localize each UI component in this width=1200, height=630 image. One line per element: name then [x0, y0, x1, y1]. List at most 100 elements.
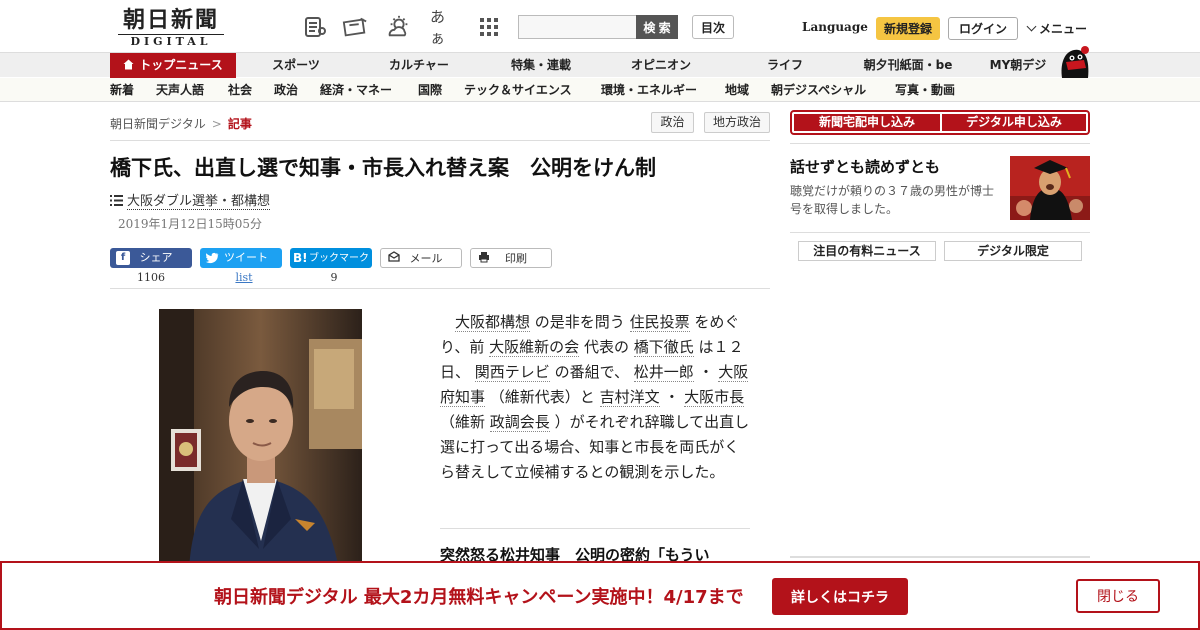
print-button[interactable]: 印刷: [470, 248, 552, 268]
body-keyword-link[interactable]: 橋下徹氏: [633, 338, 694, 357]
promo-description: 聴覚だけが頼りの３７歳の男性が博士号を取得しました。: [790, 184, 995, 216]
body-keyword-link[interactable]: 住民投票: [629, 313, 690, 332]
breadcrumb: 朝日新聞デジタル > 記事: [110, 115, 252, 132]
twitter-list-link[interactable]: list: [200, 271, 288, 284]
divider: [790, 556, 1090, 558]
body-keyword-link[interactable]: 大阪維新の会: [489, 338, 580, 357]
series-link[interactable]: 大阪ダブル選挙・都構想: [110, 190, 271, 210]
search-input[interactable]: [518, 15, 638, 39]
body-text: ・: [693, 363, 719, 381]
mail-icon: [387, 251, 401, 265]
mascot-icon[interactable]: [1056, 44, 1092, 78]
facebook-share-label: シェア: [139, 251, 173, 264]
subnav-item-tech[interactable]: テック＆サイエンス: [464, 78, 572, 102]
subnav-item-photo-video[interactable]: 写真・動画: [895, 78, 955, 102]
ticket-icon[interactable]: [342, 14, 368, 40]
body-keyword-link[interactable]: 松井一郎: [633, 363, 694, 382]
subnav-item-politics[interactable]: 政治: [274, 78, 298, 102]
mail-share-button[interactable]: メール: [380, 248, 462, 268]
nav-item-my-asahi[interactable]: MY朝デジ: [980, 53, 1056, 78]
menu-label: メニュー: [1039, 22, 1088, 36]
subnav-item-world[interactable]: 国際: [418, 78, 442, 102]
body-text: の番組で、: [549, 363, 634, 381]
menu-button[interactable]: メニュー: [1026, 20, 1088, 37]
article-body: 大阪都構想 の是非を問う 住民投票 をめぐり、前 大阪維新の会 代表の 橋下徹氏…: [440, 310, 750, 485]
body-text: の是非を問う: [530, 313, 630, 331]
body-text: ・: [659, 388, 685, 406]
divider: [110, 140, 770, 141]
nav-item-top-news[interactable]: トップニュース: [110, 53, 236, 78]
newspaper-subscribe-button[interactable]: 新聞宅配申し込み: [794, 114, 940, 131]
breadcrumb-home[interactable]: 朝日新聞デジタル: [110, 117, 206, 131]
chevron-down-icon: [1026, 21, 1037, 32]
body-text: [440, 313, 455, 331]
promo-title[interactable]: 話せずとも読めずとも: [790, 156, 940, 177]
subnav-item-tenseijingo[interactable]: 天声人語: [156, 78, 204, 102]
facebook-icon: f: [116, 251, 130, 265]
body-text: （維新: [440, 413, 490, 431]
body-text: 代表の: [579, 338, 634, 356]
body-keyword-link[interactable]: 関西テレビ: [474, 363, 550, 382]
digital-subscribe-button[interactable]: デジタル申し込み: [942, 114, 1086, 131]
main-nav: トップニュース スポーツ カルチャー 特集・連載 オピニオン ライフ 朝夕刊紙面…: [0, 52, 1200, 78]
breadcrumb-separator: >: [211, 117, 222, 131]
site-logo[interactable]: 朝日新聞 DIGITAL: [112, 8, 230, 48]
list-icon: [110, 195, 123, 210]
hatena-bookmark-count: 9: [330, 271, 338, 284]
twitter-share-button[interactable]: ツイート: [200, 248, 282, 268]
toc-button[interactable]: 目次: [692, 15, 734, 39]
home-icon: [123, 54, 134, 79]
subnav-item-economy[interactable]: 経済・マネー: [320, 78, 392, 102]
subnav-item-environment[interactable]: 環境・エネルギー: [601, 78, 697, 102]
twitter-icon: [205, 251, 219, 265]
tab-paid-news[interactable]: 注目の有料ニュース: [798, 241, 936, 261]
nav-item-features[interactable]: 特集・連載: [496, 53, 586, 78]
article-headline: 橋下氏、出直し選で知事・市長入れ替え案 公明をけん制: [110, 156, 656, 180]
campaign-text: 朝日新聞デジタル 最大2カ月無料キャンペーン実施中！4/17まで: [214, 587, 744, 608]
logo-subtitle: DIGITAL: [118, 34, 224, 48]
nav-item-newspaper[interactable]: 朝夕刊紙面・be: [856, 53, 960, 78]
publish-date: 2019年1月12日15時05分: [118, 217, 262, 231]
hatena-icon: B!: [293, 251, 308, 265]
article-photo[interactable]: [159, 309, 362, 569]
nav-item-life[interactable]: ライフ: [750, 53, 820, 78]
facebook-share-count: 1106: [137, 271, 165, 284]
subnav-item-region[interactable]: 地域: [725, 78, 749, 102]
body-keyword-link[interactable]: 大阪都構想: [455, 313, 531, 332]
body-keyword-link[interactable]: 吉村洋文: [599, 388, 660, 407]
close-banner-button[interactable]: 閉じる: [1076, 579, 1160, 613]
hatena-bookmark-button[interactable]: B! ブックマーク: [290, 248, 372, 268]
print-icon: [477, 251, 491, 265]
campaign-details-button[interactable]: 詳しくはコチラ: [772, 578, 908, 615]
divider: [790, 232, 1090, 233]
divider: [110, 288, 770, 289]
tag-local-politics[interactable]: 地方政治: [704, 112, 770, 133]
twitter-share-label: ツイート: [224, 251, 268, 264]
subnav-item-latest[interactable]: 新着: [110, 78, 134, 102]
nav-item-opinion[interactable]: オピニオン: [616, 53, 706, 78]
sub-nav: 新着 天声人語 社会 政治 経済・マネー 国際 テック＆サイエンス 環境・エネル…: [0, 78, 1200, 102]
body-keyword-link[interactable]: 大阪市長: [684, 388, 745, 407]
language-link[interactable]: Language: [802, 20, 868, 34]
logo-wordmark: 朝日新聞: [122, 7, 219, 33]
promo-image[interactable]: [1010, 156, 1090, 220]
font-size-icon[interactable]: あぁ: [430, 8, 456, 47]
search-button[interactable]: 検 索: [636, 15, 678, 39]
facebook-share-button[interactable]: f シェア: [110, 248, 192, 268]
subnav-item-society[interactable]: 社会: [228, 78, 252, 102]
body-keyword-link[interactable]: 政調会長: [489, 413, 550, 432]
newspaper-icon[interactable]: [302, 14, 328, 40]
login-button[interactable]: ログイン: [948, 17, 1018, 40]
register-button[interactable]: 新規登録: [876, 17, 940, 40]
grid-menu-icon[interactable]: [476, 14, 502, 40]
site-header: 朝日新聞 DIGITAL あぁ 検 索 目次 Language 新規登録 ログイ…: [0, 0, 1200, 52]
tab-digital-exclusive[interactable]: デジタル限定: [944, 241, 1082, 261]
body-text: （維新代表）と: [485, 388, 600, 406]
nav-item-culture[interactable]: カルチャー: [374, 53, 464, 78]
tag-politics[interactable]: 政治: [651, 112, 694, 133]
subnav-item-special[interactable]: 朝デジスペシャル: [771, 78, 866, 102]
nav-item-sports[interactable]: スポーツ: [256, 53, 336, 78]
subscription-box: 新聞宅配申し込み デジタル申し込み: [790, 110, 1090, 135]
series-label: 大阪ダブル選挙・都構想: [127, 194, 271, 210]
weather-icon[interactable]: [386, 14, 412, 40]
